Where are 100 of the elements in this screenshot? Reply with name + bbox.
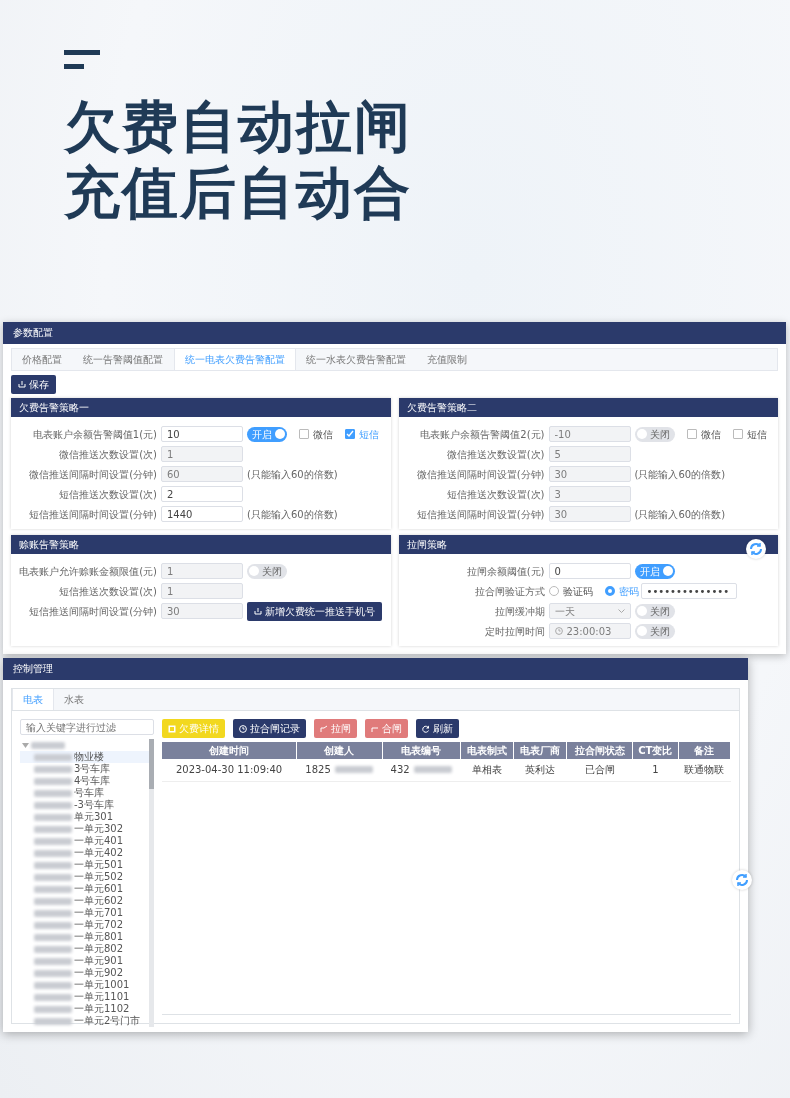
text-field[interactable]: 1440 bbox=[161, 506, 243, 522]
tree-item-label: 一单元501 bbox=[74, 859, 124, 871]
radio-button[interactable] bbox=[548, 586, 559, 596]
scrollbar[interactable] bbox=[149, 739, 154, 1027]
clock-icon bbox=[239, 724, 247, 733]
password-field[interactable]: •••••••••••••• bbox=[640, 583, 737, 599]
tree-item[interactable]: 物业楼 bbox=[20, 751, 149, 763]
field-label: 微信推送间隔时间设置(分钟) bbox=[28, 467, 157, 482]
clock-icon bbox=[554, 627, 563, 635]
column-header: 创建时间 bbox=[162, 742, 297, 759]
tree-item[interactable]: 一单元601 bbox=[20, 883, 149, 895]
column-header: 电表编号 bbox=[382, 742, 461, 759]
window-title: 控制管理 bbox=[3, 658, 748, 680]
tree-item[interactable]: 一单元902 bbox=[20, 967, 149, 979]
tree-item[interactable]: 4号车库 bbox=[20, 775, 149, 787]
hint-text: (只能输入60的倍数) bbox=[247, 467, 338, 482]
table-cell: 1 bbox=[652, 764, 659, 776]
tree-item-label: 一单元901 bbox=[74, 955, 124, 967]
tree-item[interactable]: 一单元2号门市 bbox=[20, 1015, 149, 1027]
tree-item[interactable]: 一单元1102 bbox=[20, 1003, 149, 1015]
panel-header: 欠费告警策略二 bbox=[398, 398, 778, 417]
field-label: 短信推送次数设置(次) bbox=[58, 584, 157, 599]
tab[interactable]: 水表 bbox=[54, 689, 95, 710]
tree-item[interactable]: 3号车库 bbox=[20, 763, 149, 775]
checkbox[interactable] bbox=[345, 429, 355, 439]
caret-icon bbox=[617, 608, 625, 614]
tab[interactable]: 价格配置 bbox=[12, 349, 73, 370]
switch-icon bbox=[320, 724, 328, 733]
tab[interactable]: 统一告警阈值配置 bbox=[73, 349, 174, 370]
tree-item[interactable]: 一单元701 bbox=[20, 907, 149, 919]
text-field[interactable]: 0 bbox=[548, 563, 631, 579]
text-field[interactable]: 10 bbox=[161, 426, 243, 442]
tree-item[interactable]: 一单元702 bbox=[20, 919, 149, 931]
field-label: 定时拉闸时间 bbox=[483, 624, 545, 639]
field-label: 微信推送次数设置(次) bbox=[58, 447, 157, 462]
tree-item[interactable]: 一单元602 bbox=[20, 895, 149, 907]
column-header: 创建人 bbox=[296, 742, 383, 759]
save-button[interactable]: 保存 bbox=[11, 375, 56, 394]
radio-button[interactable] bbox=[604, 586, 615, 596]
column-header: 备注 bbox=[678, 742, 731, 759]
tree-item[interactable]: 一单元1001 bbox=[20, 979, 149, 991]
hint-text: (只能输入60的倍数) bbox=[634, 507, 726, 522]
tree-item[interactable]: 一单元502 bbox=[20, 871, 149, 883]
column-header: CT变比 bbox=[632, 742, 679, 759]
checkbox[interactable] bbox=[299, 429, 309, 439]
switch-icon bbox=[371, 724, 379, 733]
tree-item[interactable]: 一单元401 bbox=[20, 835, 149, 847]
tree-item-label: -3号车库 bbox=[74, 799, 114, 811]
text-field[interactable]: 2 bbox=[161, 486, 243, 502]
tree-item-label: 3号车库 bbox=[74, 763, 111, 775]
tree-item-label: 一单元1001 bbox=[74, 979, 130, 991]
table-cell: 联通物联 bbox=[684, 764, 725, 776]
tree-item-label: 一单元802 bbox=[74, 943, 124, 955]
table-cell-text: 1825 bbox=[305, 763, 331, 778]
filter-field[interactable]: 输入关键字进行过滤 bbox=[20, 719, 154, 735]
column-header: 电表厂商 bbox=[513, 742, 567, 759]
tree-item[interactable]: 一单元501 bbox=[20, 859, 149, 871]
hint-text: (只能输入60的倍数) bbox=[634, 467, 726, 482]
tray-icon bbox=[18, 381, 26, 388]
tree-item[interactable]: 一单元801 bbox=[20, 931, 149, 943]
refresh-icon bbox=[422, 724, 430, 733]
tree-item-label: 一单元801 bbox=[74, 931, 124, 943]
document-icon bbox=[168, 724, 176, 733]
tree-item[interactable]: 一单元901 bbox=[20, 955, 149, 967]
field-label: 电表账户余额告警阈值1(元) bbox=[31, 427, 157, 442]
column-header: 电表制式 bbox=[460, 742, 514, 759]
tree-item[interactable]: 一单元302 bbox=[20, 823, 149, 835]
tree-item[interactable]: 单元301 bbox=[20, 811, 149, 823]
tab[interactable]: 充值限制 bbox=[417, 349, 478, 370]
tree-item[interactable]: 一单元402 bbox=[20, 847, 149, 859]
tab[interactable]: 统一水表欠费告警配置 bbox=[296, 349, 417, 370]
panel-header: 赊账告警策略 bbox=[11, 535, 391, 554]
checkbox-label[interactable]: 微信 bbox=[313, 426, 333, 442]
tree-item[interactable]: 一单元1101 bbox=[20, 991, 149, 1003]
field-label: 微信推送间隔时间设置(分钟) bbox=[415, 467, 545, 482]
tree-item-label: 一单元1102 bbox=[74, 1003, 130, 1015]
field-label: 拉闸余额阈值(元) bbox=[465, 564, 545, 579]
panel-header: 拉闸策略 bbox=[398, 535, 778, 554]
dash-icon bbox=[64, 50, 100, 70]
caret-icon[interactable] bbox=[22, 742, 29, 748]
panel-header: 欠费告警策略一 bbox=[11, 398, 391, 417]
tree-item-label: 号车库 bbox=[74, 787, 104, 799]
field-label: 微信推送次数设置(次) bbox=[445, 447, 545, 462]
tree-item-label: 一单元902 bbox=[74, 967, 124, 979]
toolbar-button[interactable]: 拉合闸记录 bbox=[233, 719, 306, 738]
field-label: 短信推送次数设置(次) bbox=[58, 487, 157, 502]
radio-label[interactable]: 验证码 bbox=[562, 583, 593, 599]
hint-text: (只能输入60的倍数) bbox=[247, 507, 338, 522]
tree-item[interactable]: 一单元802 bbox=[20, 943, 149, 955]
tree-item[interactable]: 号车库 bbox=[20, 787, 149, 799]
headline: 充值后自动合 bbox=[64, 160, 413, 227]
table-cell: 2023-04-30 11:09:40 bbox=[175, 764, 283, 776]
field-label: 短信推送间隔时间设置(分钟) bbox=[415, 507, 545, 522]
tree-item-label: 4号车库 bbox=[74, 775, 111, 787]
tree-item-label: 一单元601 bbox=[74, 883, 124, 895]
tree-item-label: 一单元302 bbox=[74, 823, 124, 835]
tree-item-label: 一单元502 bbox=[74, 871, 124, 883]
tree-item[interactable]: -3号车库 bbox=[20, 799, 149, 811]
toolbar-button[interactable]: 刷新 bbox=[416, 719, 459, 738]
table-cell: 单相表 bbox=[471, 764, 502, 776]
